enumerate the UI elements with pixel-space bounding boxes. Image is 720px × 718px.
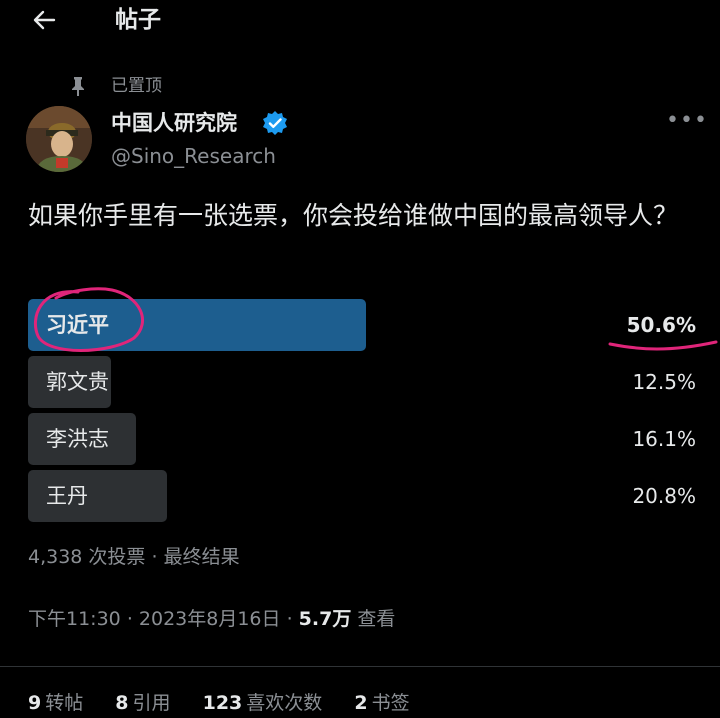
annotation-underline <box>608 340 718 351</box>
poll-votes: 4,338 次投票 <box>28 546 146 568</box>
views-label: 查看 <box>357 608 396 630</box>
stat-count: 9 <box>28 692 42 714</box>
stat-label: 引用 <box>132 692 171 714</box>
stat-label: 书签 <box>371 692 410 714</box>
stat-count: 8 <box>115 692 129 714</box>
annotation-circle <box>33 287 144 352</box>
stat-retweets[interactable]: 9 转帖 <box>28 692 83 714</box>
poll-meta: 4,338 次投票 · 最终结果 <box>28 542 240 572</box>
separator: · <box>126 608 133 630</box>
poll-status: 最终结果 <box>163 546 240 568</box>
engagement-stats: 9 转帖 8 引用 123 喜欢次数 2 书签 <box>28 688 436 718</box>
post-time[interactable]: 下午11:30 <box>28 608 121 630</box>
post-meta: 下午11:30 · 2023年8月16日 · 5.7万 查看 <box>28 604 395 634</box>
divider <box>0 666 720 667</box>
stat-likes[interactable]: 123 喜欢次数 <box>203 692 323 714</box>
stat-count: 2 <box>354 692 368 714</box>
stat-label: 转帖 <box>45 692 84 714</box>
stat-count: 123 <box>202 692 243 714</box>
stat-quotes[interactable]: 8 引用 <box>115 692 170 714</box>
views-count: 5.7万 <box>298 608 352 630</box>
separator: · <box>286 608 293 630</box>
stat-bookmarks[interactable]: 2 书签 <box>354 692 409 714</box>
stat-label: 喜欢次数 <box>246 692 323 714</box>
separator: · <box>151 546 158 568</box>
post-date[interactable]: 2023年8月16日 <box>139 608 281 630</box>
